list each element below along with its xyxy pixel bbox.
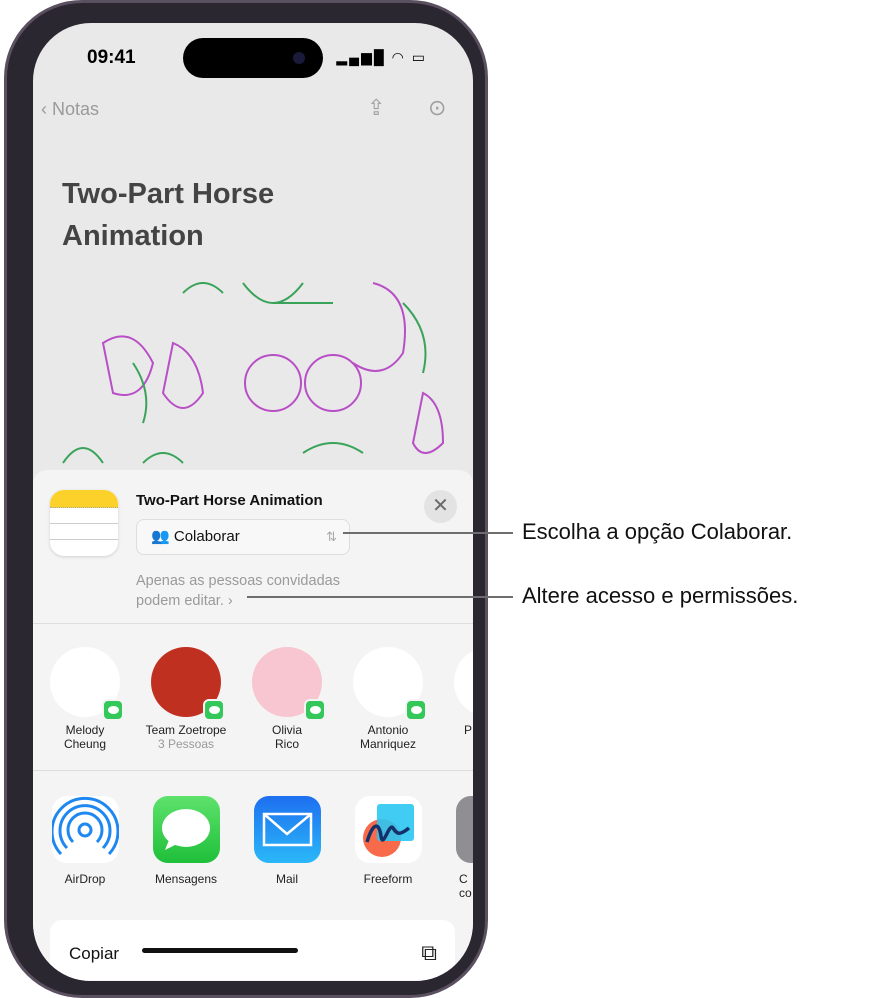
home-indicator[interactable]	[142, 948, 298, 953]
avatar	[454, 647, 473, 717]
person-name: Team Zoetrope	[145, 723, 227, 737]
person-olivia-rico[interactable]: Olivia Rico	[237, 647, 337, 751]
person-subtitle: 3 Pessoas	[157, 737, 215, 751]
app-freeform[interactable]: Freeform	[338, 796, 438, 886]
person-name-2: Cheung	[63, 737, 107, 751]
close-button[interactable]: ✕	[424, 490, 457, 523]
app-airdrop[interactable]: AirDrop	[35, 796, 135, 886]
avatar	[151, 647, 225, 721]
person-antonio-manriquez[interactable]: Antonio Manriquez	[338, 647, 438, 751]
messages-badge-icon	[405, 699, 427, 721]
app-messages[interactable]: Mensagens	[136, 796, 236, 886]
iphone-frame: 09:41 ▂▄▆█ ◠ ▭ ‹ Notas ⇪ ⊙ Two-Part Hors…	[4, 0, 488, 998]
person-partial[interactable]: P	[439, 647, 473, 737]
person-team-zoetrope[interactable]: Team Zoetrope 3 Pessoas	[136, 647, 236, 751]
collaborate-popup[interactable]: 👥 Colaborar ⇅	[136, 519, 350, 555]
avatar	[50, 647, 124, 721]
messages-icon	[152, 796, 220, 863]
divider	[33, 770, 473, 771]
dynamic-island	[183, 38, 323, 78]
back-label: Notas	[52, 99, 100, 119]
back-button[interactable]: ‹ Notas	[41, 99, 99, 120]
app-partial[interactable]: Cco	[439, 796, 473, 900]
app-name: AirDrop	[64, 872, 106, 886]
messages-badge-icon	[203, 699, 225, 721]
status-icons: ▂▄▆█ ◠ ▭	[336, 49, 427, 66]
callout-collaborate: Escolha a opção Colaborar.	[522, 519, 793, 544]
chevron-updown-icon: ⇅	[326, 529, 337, 544]
battery-icon: ▭	[411, 49, 427, 65]
airdrop-icon	[51, 796, 119, 863]
app-name: Freeform	[363, 872, 413, 886]
chevron-left-icon: ‹	[41, 99, 52, 119]
collab-mode-label: Colaborar	[173, 528, 240, 545]
app-name: Mail	[275, 872, 298, 886]
person-name: Antonio	[367, 723, 409, 737]
sketch-drawing	[62, 282, 445, 464]
people-icon: 👥	[151, 528, 174, 545]
access-hint-line1: Apenas as pessoas convidadas	[136, 573, 340, 589]
share-doc-title: Two-Part Horse Animation	[136, 492, 323, 509]
access-permissions-link[interactable]: Apenas as pessoas convidadas podem editar…	[136, 571, 340, 611]
access-hint-line2: podem editar.	[136, 593, 224, 609]
app-mail[interactable]: Mail	[237, 796, 337, 886]
person-name: Melody	[65, 723, 105, 737]
app-name-2: co	[459, 886, 472, 900]
screen: 09:41 ▂▄▆█ ◠ ▭ ‹ Notas ⇪ ⊙ Two-Part Hors…	[33, 23, 473, 981]
callout-line-collaborate	[343, 532, 513, 534]
status-time: 09:41	[87, 47, 136, 68]
callout-line-access	[247, 596, 513, 598]
wifi-icon: ◠	[391, 49, 406, 65]
person-name: P	[464, 723, 473, 737]
avatar	[252, 647, 326, 721]
note-title: Two-Part Horse Animation	[62, 178, 275, 252]
divider	[33, 623, 473, 624]
person-name-2: Manriquez	[359, 737, 417, 751]
avatar	[353, 647, 427, 721]
mail-icon	[253, 796, 321, 863]
copy-label: Copiar	[69, 944, 120, 963]
person-melody-cheung[interactable]: Melody Cheung	[35, 647, 135, 751]
signal-icon: ▂▄▆█	[336, 49, 386, 65]
app-name: Mensagens	[154, 872, 218, 886]
chevron-right-icon: ›	[223, 593, 233, 609]
share-icon[interactable]: ⇪	[367, 95, 385, 121]
messages-badge-icon	[102, 699, 124, 721]
ellipsis-circle-icon[interactable]: ⊙	[428, 95, 446, 121]
copy-icon: ⧉	[421, 940, 437, 965]
person-name-2: Rico	[274, 737, 299, 751]
messages-badge-icon	[304, 699, 326, 721]
notes-app-icon	[50, 490, 118, 556]
share-sheet: Two-Part Horse Animation ✕ 👥 Colaborar ⇅ …	[33, 470, 473, 981]
person-name: Olivia	[271, 723, 302, 737]
app-icon	[456, 796, 473, 863]
close-icon: ✕	[432, 495, 449, 517]
callout-access: Altere acesso e permissões.	[522, 583, 799, 608]
app-name: C	[459, 872, 468, 886]
freeform-icon	[354, 796, 422, 863]
